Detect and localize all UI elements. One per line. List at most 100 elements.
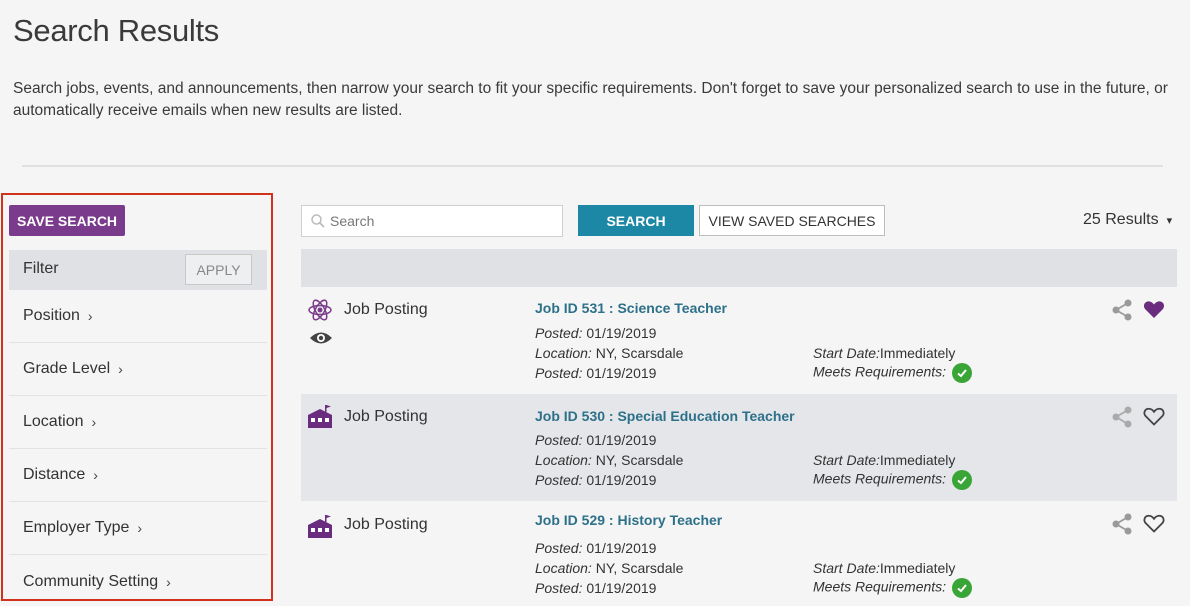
results-header xyxy=(301,249,1177,287)
meets-requirements-label: Meets Requirements: xyxy=(813,363,947,380)
location-label: Location: xyxy=(535,345,592,361)
filter-item-grade-level[interactable]: Grade Level › xyxy=(9,343,267,396)
apply-button[interactable]: APPLY xyxy=(185,254,252,285)
check-circle-icon xyxy=(952,363,973,383)
posted-line: Posted: 01/19/2019 xyxy=(535,472,656,488)
filter-label: Filter xyxy=(23,260,59,277)
filter-item-location[interactable]: Location › xyxy=(9,396,267,449)
posted-line: Posted: 01/19/2019 xyxy=(535,580,656,596)
view-saved-searches-button[interactable]: VIEW SAVED SEARCHES xyxy=(699,205,885,236)
meets-requirements-line: Meets Requirements: xyxy=(813,470,973,490)
meets-requirements-label: Meets Requirements: xyxy=(813,578,947,595)
search-box xyxy=(301,205,563,237)
start-date-value: Immediately xyxy=(879,452,956,468)
location-value: NY, Scarsdale xyxy=(595,345,684,361)
posted-value: 01/19/2019 xyxy=(586,540,657,556)
start-date-value: Immediately xyxy=(879,345,956,361)
meets-requirements-label: Meets Requirements: xyxy=(813,470,947,487)
result-item: Job Posting Job ID 531 : Science Teacher… xyxy=(301,287,1177,394)
start-date-label: Start Date: xyxy=(813,560,880,576)
school-building-icon xyxy=(307,404,333,430)
filter-item-label: Community Setting xyxy=(23,572,159,590)
filter-item-label: Position xyxy=(23,307,80,324)
filter-item-label: Distance xyxy=(23,466,86,483)
job-title-link[interactable]: Job ID 530 : Special Education Teacher xyxy=(535,408,795,424)
posted-label: Posted: xyxy=(535,472,583,488)
start-date-line: Start Date:Immediately xyxy=(813,560,955,576)
chevron-right-icon: › xyxy=(91,414,97,430)
result-type: Job Posting xyxy=(344,516,428,533)
location-line: Location: NY, Scarsdale xyxy=(535,560,683,576)
start-date-label: Start Date: xyxy=(813,452,880,468)
chevron-down-icon: ▾ xyxy=(1166,214,1173,227)
location-line: Location: NY, Scarsdale xyxy=(535,345,683,361)
filter-item-label: Employer Type xyxy=(23,519,130,536)
job-title-link[interactable]: Job ID 529 : History Teacher xyxy=(535,512,722,528)
posted-value: 01/19/2019 xyxy=(586,472,657,488)
heart-outline-icon[interactable] xyxy=(1142,511,1166,535)
share-icon[interactable] xyxy=(1111,298,1133,322)
filter-sidebar: SAVE SEARCH Filter APPLY Position › Grade… xyxy=(1,193,273,601)
result-item: Job Posting Job ID 530 : Special Educati… xyxy=(301,394,1177,501)
page-title: Search Results xyxy=(13,13,220,48)
result-item: Job Posting Job ID 529 : History Teacher… xyxy=(301,501,1177,606)
divider xyxy=(22,165,1163,167)
posted-label: Posted: xyxy=(535,432,583,448)
result-type: Job Posting xyxy=(344,301,428,318)
posted-value: 01/19/2019 xyxy=(586,325,657,341)
search-icon xyxy=(310,213,326,229)
posted-line: Posted: 01/19/2019 xyxy=(535,365,656,381)
start-date-line: Start Date:Immediately xyxy=(813,452,955,468)
posted-label: Posted: xyxy=(535,325,583,341)
chevron-right-icon: › xyxy=(87,308,93,324)
page-intro: Search jobs, events, and announcements, … xyxy=(13,80,1168,119)
posted-line: Posted: 01/19/2019 xyxy=(535,325,656,341)
location-line: Location: NY, Scarsdale xyxy=(535,452,683,468)
location-label: Location: xyxy=(535,452,592,468)
share-icon[interactable] xyxy=(1111,405,1133,429)
filter-list: Position › Grade Level › Location › Distanc… xyxy=(9,290,267,606)
atom-icon xyxy=(307,297,333,323)
location-value: NY, Scarsdale xyxy=(595,560,684,576)
school-building-icon xyxy=(307,514,333,540)
results-count-dropdown[interactable]: 25 Results ▾ xyxy=(1083,211,1172,229)
location-label: Location: xyxy=(535,560,592,576)
chevron-right-icon: › xyxy=(137,520,143,536)
filter-item-position[interactable]: Position › xyxy=(9,290,267,343)
start-date-value: Immediately xyxy=(879,560,956,576)
job-title-link[interactable]: Job ID 531 : Science Teacher xyxy=(535,300,727,316)
chevron-right-icon: › xyxy=(93,467,98,483)
filter-item-community-setting[interactable]: Community Setting › xyxy=(9,555,267,606)
check-circle-icon xyxy=(952,470,973,490)
posted-label: Posted: xyxy=(535,580,583,596)
posted-line: Posted: 01/19/2019 xyxy=(535,432,656,448)
search-input[interactable] xyxy=(330,213,550,229)
filter-item-employer-type[interactable]: Employer Type › xyxy=(9,502,267,555)
posted-value: 01/19/2019 xyxy=(586,365,657,381)
results-count: 25 Results xyxy=(1083,211,1159,228)
posted-line: Posted: 01/19/2019 xyxy=(535,540,656,556)
posted-label: Posted: xyxy=(535,540,583,556)
filter-item-label: Grade Level xyxy=(23,360,111,377)
filter-item-distance[interactable]: Distance › xyxy=(9,449,267,502)
filter-item-label: Location xyxy=(23,413,84,430)
result-type: Job Posting xyxy=(344,408,428,425)
eye-icon xyxy=(309,329,333,347)
posted-label: Posted: xyxy=(535,365,583,381)
meets-requirements-line: Meets Requirements: xyxy=(813,578,973,598)
chevron-right-icon: › xyxy=(118,361,123,377)
check-circle-icon xyxy=(952,578,973,598)
search-button[interactable]: SEARCH xyxy=(578,205,694,236)
posted-value: 01/19/2019 xyxy=(586,580,657,596)
location-value: NY, Scarsdale xyxy=(595,452,684,468)
heart-outline-icon[interactable] xyxy=(1142,404,1166,428)
heart-filled-icon[interactable] xyxy=(1142,297,1166,321)
start-date-line: Start Date:Immediately xyxy=(813,345,955,361)
chevron-right-icon: › xyxy=(166,573,171,590)
save-search-button[interactable]: SAVE SEARCH xyxy=(9,205,125,236)
meets-requirements-line: Meets Requirements: xyxy=(813,363,973,383)
share-icon[interactable] xyxy=(1111,512,1133,536)
start-date-label: Start Date: xyxy=(813,345,880,361)
filter-header: Filter APPLY xyxy=(9,250,267,290)
posted-value: 01/19/2019 xyxy=(586,432,657,448)
